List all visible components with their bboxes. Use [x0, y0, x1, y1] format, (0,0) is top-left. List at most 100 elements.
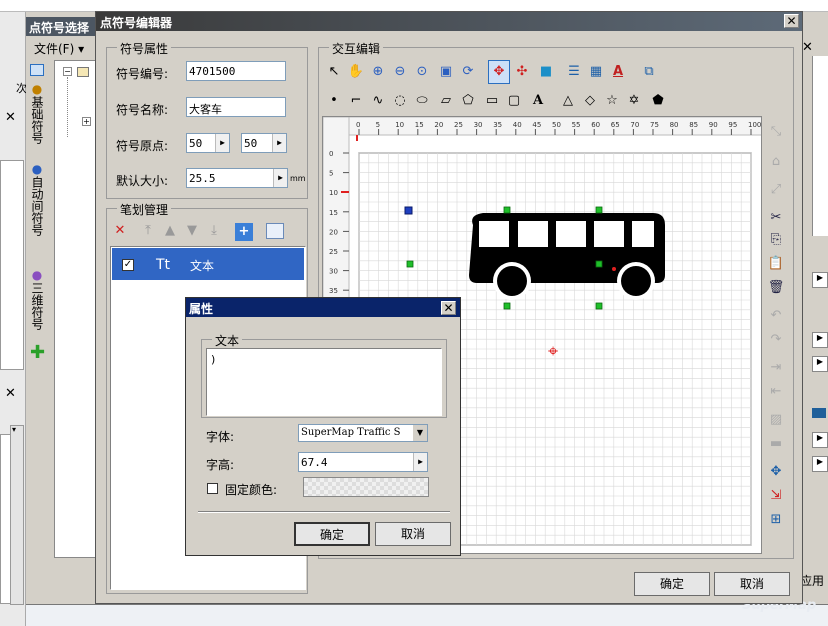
star-tool-icon[interactable]: ☆	[602, 91, 622, 111]
origin-x-arrow-icon[interactable]: ▶	[215, 134, 229, 152]
ungroup-icon[interactable]: ▬	[766, 434, 786, 454]
file-menu[interactable]: 文件(F) ▾	[34, 40, 84, 57]
point-tool-icon[interactable]: •	[324, 91, 344, 111]
chevron-down-icon[interactable]: ▼	[413, 425, 427, 441]
scale-icon[interactable]: ⤢	[766, 180, 786, 200]
grid-icon[interactable]: ▦	[586, 62, 606, 82]
ruler-label: 50	[552, 121, 561, 129]
bring-front-icon[interactable]: ⇥	[766, 358, 786, 378]
full-extent-icon[interactable]: ▣	[436, 62, 456, 82]
left-close-icon-1[interactable]: ✕	[5, 110, 16, 125]
trash-icon[interactable]: 🗑	[766, 278, 786, 298]
add-stroke-icon[interactable]: +	[235, 223, 253, 241]
list-item[interactable]: ✓ Tt 文本	[112, 248, 304, 280]
fill-shape-tool-icon[interactable]: ⬟	[648, 91, 668, 111]
origin-y-spinner[interactable]: 50 ▶	[241, 133, 287, 153]
right-dropdown-2[interactable]: ▶	[812, 332, 828, 348]
ruler-label: 100	[748, 121, 761, 129]
right-close-icon[interactable]: ✕	[802, 40, 813, 55]
zoom-in-icon[interactable]: ⊕	[368, 62, 388, 82]
undo-icon[interactable]: ↶	[766, 306, 786, 326]
right-dropdown-4[interactable]: ▶	[812, 432, 828, 448]
rectangle-tool-icon[interactable]: ▭	[482, 91, 502, 111]
ruler-label: 40	[513, 121, 522, 129]
dialog-ok-button[interactable]: 确定	[294, 522, 370, 546]
move-bottom-icon[interactable]: ⤓	[204, 221, 224, 241]
right-dropdown-1[interactable]: ▶	[812, 272, 828, 288]
tab-auto-symbols[interactable]: ●自动间符号	[29, 162, 46, 236]
move-arrows-icon[interactable]: ✥	[766, 462, 786, 482]
dialog-cancel-button[interactable]: 取消	[375, 522, 451, 546]
frame-icon[interactable]: ⧉	[639, 62, 659, 82]
zoom-out-icon[interactable]: ⊖	[390, 62, 410, 82]
rounded-rect-tool-icon[interactable]: ▢	[504, 91, 524, 111]
delete-icon[interactable]: ✕	[110, 221, 130, 241]
origin-y-arrow-icon[interactable]: ▶	[272, 134, 286, 152]
fit-icon[interactable]: ⊞	[766, 510, 786, 530]
fill-icon[interactable]: ■	[536, 62, 556, 82]
height-spinner[interactable]: 67.4 ▶	[298, 452, 428, 472]
select-arrow-icon[interactable]: ↖	[324, 62, 344, 82]
selection-handle	[503, 302, 511, 310]
fixcolor-checkbox[interactable]	[207, 483, 218, 494]
editor-ok-button[interactable]: 确定	[634, 572, 710, 596]
move-tool-icon[interactable]: ✥	[488, 60, 510, 84]
send-back-icon[interactable]: ⇤	[766, 382, 786, 402]
tree-expander-2[interactable]: +	[82, 117, 91, 126]
size-spinner[interactable]: 25.5 ▶	[186, 168, 288, 188]
color-swatch[interactable]	[303, 477, 429, 497]
right-dropdown-3[interactable]: ▶	[812, 356, 828, 372]
parallelogram-tool-icon[interactable]: ▱	[436, 91, 456, 111]
arc-tool-icon[interactable]: ◌	[390, 91, 410, 111]
move-up-icon[interactable]: ▲	[160, 221, 180, 241]
list-view-icon[interactable]	[266, 223, 284, 239]
left-close-icon-2[interactable]: ✕	[5, 386, 16, 401]
text-tool-icon[interactable]: A	[528, 91, 548, 111]
polygon-tool-icon[interactable]: ⬠	[458, 91, 478, 111]
height-arrow-icon[interactable]: ▶	[413, 453, 427, 471]
triangle-tool-icon[interactable]: △	[558, 91, 578, 111]
scrollbar[interactable]	[10, 425, 24, 605]
font-select[interactable]: SuperMap Traffic S ▼	[298, 424, 428, 442]
right-dropdown-5[interactable]: ▶	[812, 456, 828, 472]
refresh-icon[interactable]: ⟳	[458, 62, 478, 82]
move-down-icon[interactable]: ▼	[182, 221, 202, 241]
edit-node-icon[interactable]: ✣	[512, 62, 532, 82]
name-input[interactable]: 大客车	[186, 97, 286, 117]
tab-3d-symbols[interactable]: ●三维符号	[29, 268, 46, 330]
scroll-up-icon[interactable]: ▾	[12, 425, 16, 434]
house-icon[interactable]: ⌂	[766, 152, 786, 172]
stroke-checkbox[interactable]: ✓	[122, 259, 134, 271]
origin-handle	[404, 206, 413, 215]
pan-hand-icon[interactable]: ✋	[346, 62, 366, 82]
ellipse-tool-icon[interactable]: ⬭	[412, 91, 432, 111]
zoom-window-icon[interactable]: ⊙	[412, 62, 432, 82]
folder-icon[interactable]	[30, 64, 44, 76]
move-top-icon[interactable]: ⤒	[138, 221, 158, 241]
redo-icon[interactable]: ↷	[766, 330, 786, 350]
size-arrow-icon[interactable]: ▶	[273, 169, 287, 187]
group-icon[interactable]: ▨	[766, 410, 786, 430]
transform-icon[interactable]: ⤡	[766, 122, 786, 142]
curve-tool-icon[interactable]: ∿	[368, 91, 388, 111]
cut-icon[interactable]: ✂	[766, 208, 786, 228]
apply-button[interactable]: 应用	[800, 572, 824, 589]
close-icon[interactable]: ✕	[784, 14, 799, 28]
polyline-tool-icon[interactable]: ⌐	[346, 91, 366, 111]
text-color-icon[interactable]: A	[608, 62, 628, 82]
origin-x-spinner[interactable]: 50 ▶	[186, 133, 230, 153]
dialog-close-icon[interactable]: ✕	[441, 301, 456, 315]
copy-icon[interactable]: ⎘	[766, 230, 786, 250]
anchor-icon[interactable]: ⇲	[766, 486, 786, 506]
tree-expander[interactable]: −	[63, 67, 72, 76]
editor-cancel-button[interactable]: 取消	[714, 572, 790, 596]
diamond-tool-icon[interactable]: ◇	[580, 91, 600, 111]
font-label: 字体:	[206, 430, 235, 444]
paste-icon[interactable]: 📋	[766, 254, 786, 274]
text-area[interactable]: )	[206, 348, 442, 416]
code-input[interactable]: 4701500	[186, 61, 286, 81]
hexagram-tool-icon[interactable]: ✡	[624, 91, 644, 111]
add-icon[interactable]: ✚	[30, 342, 45, 363]
tab-basic-symbols[interactable]: ●基础符号	[29, 82, 46, 144]
line-style-icon[interactable]: ☰	[564, 62, 584, 82]
